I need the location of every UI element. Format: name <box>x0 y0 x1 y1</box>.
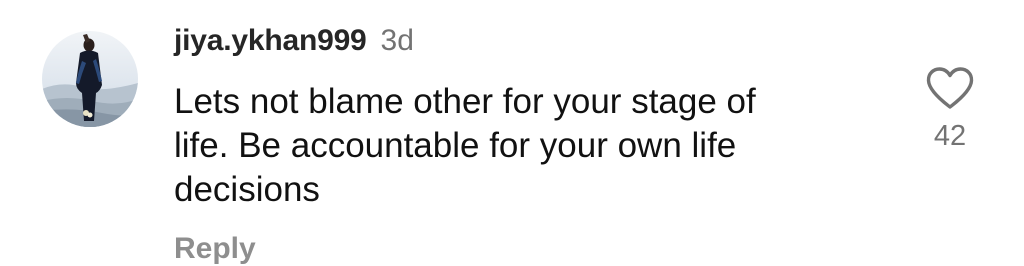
avatar-photo <box>42 31 138 127</box>
heart-outline-icon[interactable] <box>925 66 975 110</box>
comment-text-line: life. Be accountable for your own life <box>174 126 737 165</box>
comment-text: Lets not blame other for your stage of l… <box>174 80 874 212</box>
comment-body: jiya.ykhan999 3d Lets not blame other fo… <box>174 24 874 266</box>
comment-meta: jiya.ykhan999 3d <box>174 24 874 64</box>
username[interactable]: jiya.ykhan999 <box>174 24 367 58</box>
reply-button[interactable]: Reply <box>174 232 256 266</box>
comment-text-line: Lets not blame other for your stage of <box>174 82 756 121</box>
avatar[interactable] <box>42 31 138 127</box>
comment-item: jiya.ykhan999 3d Lets not blame other fo… <box>0 0 1024 265</box>
comment-text-line: decisions <box>174 170 320 209</box>
timestamp: 3d <box>380 24 414 57</box>
like-count: 42 <box>933 120 967 152</box>
like-section: 42 <box>922 66 978 153</box>
